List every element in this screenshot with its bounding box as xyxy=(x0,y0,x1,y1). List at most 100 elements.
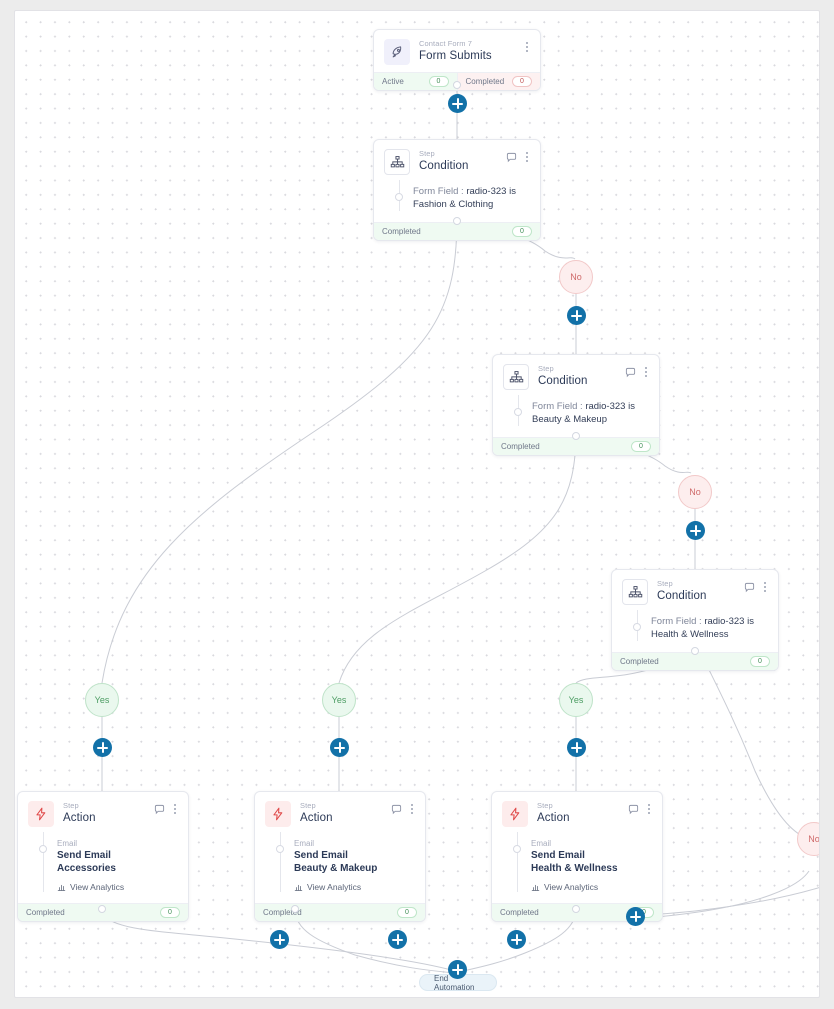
action-3-view-analytics-link[interactable]: View Analytics xyxy=(531,882,652,892)
branch-no-1-label: No xyxy=(570,272,582,282)
condition-1-footer-label: Completed xyxy=(382,227,421,236)
branch-yes-3-label: Yes xyxy=(568,695,584,705)
condition-2-rail xyxy=(512,395,525,426)
action-2-detail: Beauty & Makeup xyxy=(294,863,378,874)
action-1-view-analytics-link[interactable]: View Analytics xyxy=(57,882,178,892)
action-card-2[interactable]: Step Action Email Send Email Beauty & Ma… xyxy=(254,791,426,922)
branch-yes-1-label: Yes xyxy=(94,695,110,705)
action-1-detail: Accessories xyxy=(57,863,116,874)
action-card-3[interactable]: Step Action Email Send Email Health & We… xyxy=(491,791,663,922)
condition-2-expression: Form Field : radio-323 is Beauty & Makeu… xyxy=(532,401,649,426)
action-1-kind: Email xyxy=(57,839,78,848)
workflow-canvas[interactable]: Contact Form 7 Form Submits Active 0 Com… xyxy=(14,10,820,998)
condition-3-footer-value: 0 xyxy=(750,656,770,667)
branch-no-2-label: No xyxy=(689,487,701,497)
action-3-comment-icon[interactable] xyxy=(627,803,639,815)
condition-3-comment-icon[interactable] xyxy=(743,581,755,593)
action-3-title: Action xyxy=(537,812,570,824)
add-step-button-3[interactable] xyxy=(686,521,705,540)
trigger-title: Form Submits xyxy=(419,50,492,62)
branch-no-2[interactable]: No xyxy=(678,475,712,509)
condition-card-2[interactable]: Step Condition Form Field : radio-323 is… xyxy=(492,354,660,456)
condition-2-subtitle: Step xyxy=(538,364,554,373)
condition-1-body: Form Field : radio-323 is Fashion & Clot… xyxy=(374,180,540,222)
action-2-footer: Completed 0 xyxy=(255,903,425,921)
add-step-button-9[interactable] xyxy=(507,930,526,949)
action-1-footer-value: 0 xyxy=(160,907,180,918)
action-2-header: Step Action xyxy=(255,792,425,834)
action-card-1[interactable]: Step Action Email Send Email Accessories xyxy=(17,791,189,922)
branch-yes-2-label: Yes xyxy=(331,695,347,705)
condition-2-comment-icon[interactable] xyxy=(624,366,636,378)
condition-3-output-anchor xyxy=(691,647,699,655)
action-2-view-analytics-label: View Analytics xyxy=(307,882,362,892)
add-step-button-1[interactable] xyxy=(448,94,467,113)
trigger-kebab-menu-icon[interactable] xyxy=(524,41,530,53)
trigger-output-anchor xyxy=(453,81,461,89)
condition-2-output-anchor xyxy=(572,432,580,440)
condition-3-header: Step Condition xyxy=(612,570,778,612)
trigger-stat-completed-label: Completed xyxy=(465,77,505,86)
add-step-button-10[interactable] xyxy=(626,907,645,926)
condition-3-footer-label: Completed xyxy=(620,657,659,666)
action-3-subtitle: Step xyxy=(537,801,553,810)
condition-2-header: Step Condition xyxy=(493,355,659,397)
trigger-stat-completed-value: 0 xyxy=(512,76,532,87)
action-3-kebab-menu-icon[interactable] xyxy=(646,803,652,815)
branch-yes-3[interactable]: Yes xyxy=(559,683,593,717)
action-3-view-analytics-label: View Analytics xyxy=(544,882,599,892)
condition-2-kebab-menu-icon[interactable] xyxy=(643,366,649,378)
condition-1-subtitle: Step xyxy=(419,149,435,158)
condition-3-title: Condition xyxy=(657,590,707,602)
branch-no-1[interactable]: No xyxy=(559,260,593,294)
action-1-comment-icon[interactable] xyxy=(153,803,165,815)
condition-card-3[interactable]: Step Condition Form Field : radio-323 is… xyxy=(611,569,779,671)
add-step-button-6[interactable] xyxy=(567,738,586,757)
trigger-stat-active: Active 0 xyxy=(374,73,457,90)
add-step-button-end[interactable] xyxy=(448,960,467,979)
branch-no-3[interactable]: No xyxy=(797,822,820,856)
action-2-output-anchor xyxy=(291,905,299,913)
condition-1-title: Condition xyxy=(419,160,469,172)
condition-1-kebab-menu-icon[interactable] xyxy=(524,151,530,163)
condition-1-comment-icon[interactable] xyxy=(505,151,517,163)
condition-2-body: Form Field : radio-323 is Beauty & Makeu… xyxy=(493,395,659,437)
action-1-view-analytics-label: View Analytics xyxy=(70,882,125,892)
condition-1-footer-cell: Completed 0 xyxy=(374,223,540,240)
condition-1-expression: Form Field : radio-323 is Fashion & Clot… xyxy=(413,186,530,211)
add-step-button-5[interactable] xyxy=(330,738,349,757)
condition-1-expression-prefix: Form Field : xyxy=(413,186,467,197)
add-step-button-4[interactable] xyxy=(93,738,112,757)
action-2-comment-icon[interactable] xyxy=(390,803,402,815)
action-3-footer-label: Completed xyxy=(500,908,539,917)
branch-yes-2[interactable]: Yes xyxy=(322,683,356,717)
condition-1-header: Step Condition xyxy=(374,140,540,182)
condition-card-1[interactable]: Step Condition Form Field : radio-323 is… xyxy=(373,139,541,241)
action-3-name: Send Email xyxy=(531,850,585,861)
add-step-button-2[interactable] xyxy=(567,306,586,325)
action-2-kind: Email xyxy=(294,839,315,848)
add-step-button-8[interactable] xyxy=(388,930,407,949)
action-3-body: Email Send Email Health & Wellness View … xyxy=(492,832,662,903)
action-3-header: Step Action xyxy=(492,792,662,834)
action-1-title: Action xyxy=(63,812,96,824)
lightning-bolt-icon xyxy=(28,801,54,827)
sitemap-icon xyxy=(384,149,410,175)
action-2-view-analytics-link[interactable]: View Analytics xyxy=(294,882,415,892)
action-2-kebab-menu-icon[interactable] xyxy=(409,803,415,815)
trigger-stat-active-label: Active xyxy=(382,77,404,86)
condition-3-kebab-menu-icon[interactable] xyxy=(762,581,768,593)
condition-3-expression-prefix: Form Field : xyxy=(651,616,705,627)
action-1-footer-label: Completed xyxy=(26,908,65,917)
lightning-bolt-icon xyxy=(502,801,528,827)
condition-2-footer-cell: Completed 0 xyxy=(493,438,659,455)
action-1-kebab-menu-icon[interactable] xyxy=(172,803,178,815)
add-step-button-7[interactable] xyxy=(270,930,289,949)
condition-1-rail xyxy=(393,180,406,211)
trigger-stat-active-value: 0 xyxy=(428,76,449,87)
action-2-rail xyxy=(274,832,287,892)
condition-2-footer-value: 0 xyxy=(631,441,651,452)
branch-yes-1[interactable]: Yes xyxy=(85,683,119,717)
action-2-subtitle: Step xyxy=(300,801,316,810)
branch-no-3-label: No xyxy=(808,834,820,844)
